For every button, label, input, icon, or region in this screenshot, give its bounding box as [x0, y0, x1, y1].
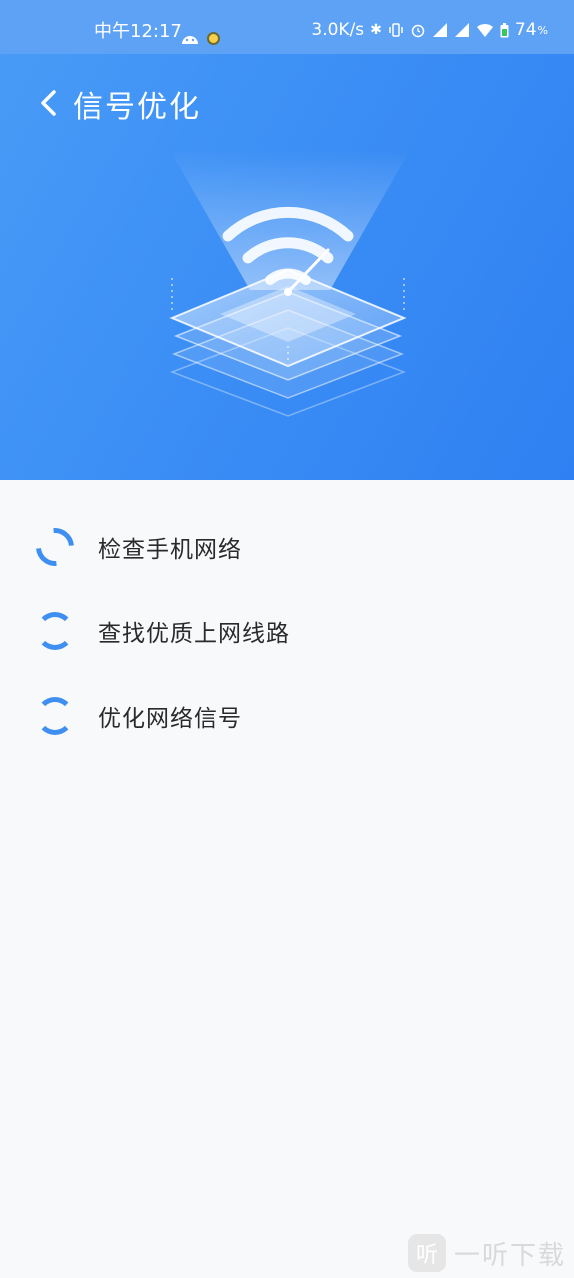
battery-unit: %: [537, 23, 548, 37]
android-icon: [182, 36, 198, 44]
loading-spinner-icon: [36, 697, 74, 735]
watermark: 听 一听下载: [407, 1234, 566, 1272]
record-icon: [207, 32, 220, 45]
signal-hd-icon: [432, 23, 447, 37]
step-label: 查找优质上网线路: [98, 621, 290, 647]
battery-level: 74: [514, 20, 537, 40]
status-time: 中午12:17: [94, 21, 182, 42]
step-label: 检查手机网络: [98, 537, 242, 563]
vibrate-icon: [389, 23, 403, 37]
back-arrow-icon[interactable]: [38, 89, 60, 117]
net-speed: 3.0K/s: [311, 20, 365, 40]
loading-spinner-icon: [36, 612, 74, 650]
bluetooth-icon: ✱: [370, 22, 382, 38]
step-optimize-signal: 优化网络信号: [36, 694, 242, 738]
status-bar: 中午12:17 3.0K/s ✱ 74 %: [0, 0, 574, 54]
signal-hd-icon-2: [454, 23, 469, 37]
battery-icon: [500, 22, 509, 37]
watermark-logo: 听: [407, 1234, 446, 1272]
optimization-steps: 检查手机网络 查找优质上网线路 优化网络信号: [0, 480, 574, 1278]
status-indicators: 3.0K/s ✱ 74 %: [311, 20, 548, 40]
header-banner: 中午12:17 3.0K/s ✱ 74 % 信号优化: [0, 0, 574, 480]
step-find-route: 查找优质上网线路: [36, 609, 290, 653]
wifi-icon: [476, 23, 493, 37]
wifi-platform-illustration: [169, 150, 410, 417]
step-label: 优化网络信号: [98, 706, 242, 732]
page-title: 信号优化: [73, 90, 201, 125]
loading-spinner-icon: [28, 520, 82, 574]
step-check-network: 检查手机网络: [28, 520, 242, 574]
watermark-text: 一听下载: [453, 1240, 566, 1271]
alarm-icon: [411, 24, 425, 38]
